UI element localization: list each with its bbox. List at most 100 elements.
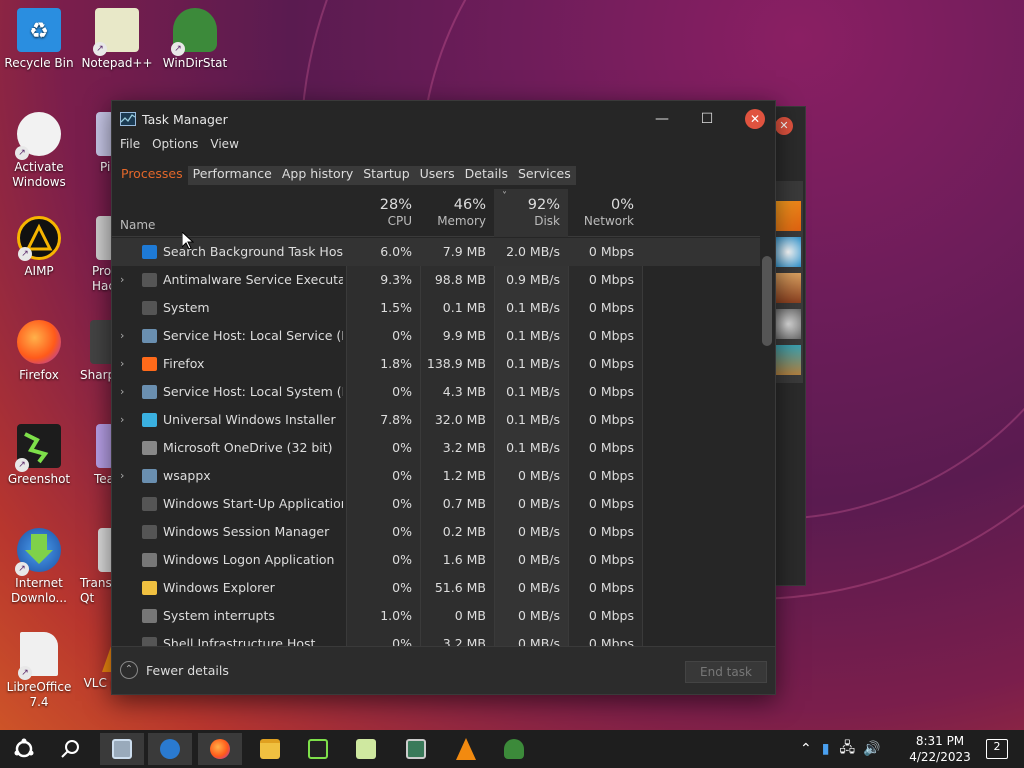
title-bar[interactable]: Task Manager — ☐ ✕ <box>112 101 775 137</box>
chevron-up-icon: ⌃ <box>120 661 138 679</box>
menu-view[interactable]: View <box>210 137 238 155</box>
process-row[interactable]: Windows Logon Application 0% 1.6 MB 0 MB/s 0… <box>112 546 760 574</box>
maximize-button[interactable]: ☐ <box>692 109 722 129</box>
tab-details[interactable]: Details <box>459 166 513 185</box>
taskbar-app-blue[interactable] <box>148 733 192 765</box>
column-header-cpu[interactable]: 28% CPU <box>346 189 420 237</box>
close-icon[interactable]: ✕ <box>775 117 793 135</box>
column-header-disk[interactable]: ˅ 92% Disk <box>494 189 568 237</box>
process-cpu: 1.0% <box>380 608 412 623</box>
process-row[interactable]: Search Background Task Host 6.0% 7.9 MB 2.0… <box>112 238 760 266</box>
column-header-network[interactable]: 0% Network <box>568 189 642 237</box>
expand-chevron-icon[interactable]: › <box>120 322 130 350</box>
image-thumbnail[interactable] <box>775 309 801 339</box>
process-network: 0 Mbps <box>588 356 634 371</box>
task-manager-icon <box>120 112 136 126</box>
app-icon <box>160 739 180 759</box>
taskbar-windirstat[interactable] <box>492 733 536 765</box>
expand-chevron-icon[interactable]: › <box>120 378 130 406</box>
process-icon <box>142 497 157 511</box>
chevron-up-icon[interactable]: ⌃ <box>800 741 812 757</box>
task-manager-window[interactable]: Task Manager — ☐ ✕ File Options View Pro… <box>111 100 776 695</box>
process-row[interactable]: System interrupts 1.0% 0 MB 0 MB/s 0 Mbps <box>112 602 760 630</box>
vertical-scrollbar[interactable] <box>760 238 774 648</box>
process-row[interactable]: › Universal Windows Installer 7.8% 32.0 MB 0… <box>112 406 760 434</box>
process-row[interactable]: › wsappx 0% 1.2 MB 0 MB/s 0 Mbps <box>112 462 760 490</box>
minimize-button[interactable]: — <box>647 109 677 129</box>
desktop-icon-activate-windows[interactable]: ↗ Activate Windows <box>0 112 78 190</box>
scrollbar-thumb[interactable] <box>762 256 772 346</box>
process-cpu: 0% <box>392 384 412 399</box>
desktop-icon-notepadpp[interactable]: ↗ Notepad++ <box>78 8 156 71</box>
desktop-icon-greenshot[interactable]: ↗ Greenshot <box>0 424 78 487</box>
process-row[interactable]: System 1.5% 0.1 MB 0.1 MB/s 0 Mbps <box>112 294 760 322</box>
taskbar-monitor-app[interactable] <box>394 733 438 765</box>
notification-center-button[interactable]: 2 <box>986 739 1008 759</box>
process-row[interactable]: › Firefox 1.8% 138.9 MB 0.1 MB/s 0 Mbps <box>112 350 760 378</box>
image-thumbnail[interactable] <box>775 201 801 231</box>
tab-app-history[interactable]: App history <box>276 166 359 185</box>
process-disk: 0.1 MB/s <box>506 328 560 343</box>
close-button[interactable]: ✕ <box>745 109 765 129</box>
search-button[interactable] <box>48 733 92 765</box>
process-name: Service Host: Local System (N... <box>163 384 343 399</box>
process-cpu: 7.8% <box>380 412 412 427</box>
network-icon[interactable]: 🖧 <box>839 737 855 761</box>
process-row[interactable]: Windows Start-Up Application 0% 0.7 MB 0 MB… <box>112 490 760 518</box>
tab-startup[interactable]: Startup <box>358 166 415 185</box>
menu-file[interactable]: File <box>120 137 140 155</box>
network-app-icon[interactable]: ▮ <box>822 741 830 757</box>
desktop-icon-label: AIMP <box>24 264 54 278</box>
taskbar-notepadpp[interactable] <box>344 733 388 765</box>
process-memory: 98.8 MB <box>434 272 486 287</box>
tab-services[interactable]: Services <box>513 166 576 185</box>
desktop-icon-recycle-bin[interactable]: ♻ Recycle Bin <box>0 8 78 71</box>
taskbar-greenshot[interactable] <box>296 733 340 765</box>
desktop-icon-firefox[interactable]: Firefox <box>0 320 78 383</box>
image-thumbnail[interactable] <box>775 237 801 267</box>
shortcut-arrow-icon: ↗ <box>18 247 32 261</box>
process-cpu: 1.5% <box>380 300 412 315</box>
volume-icon[interactable]: 🔊 <box>863 741 880 757</box>
process-disk: 0.1 MB/s <box>506 412 560 427</box>
process-list: Search Background Task Host 6.0% 7.9 MB 2.0… <box>112 238 760 648</box>
tab-users[interactable]: Users <box>414 166 460 185</box>
end-task-button[interactable]: End task <box>685 661 767 683</box>
expand-chevron-icon[interactable]: › <box>120 350 130 378</box>
process-cpu: 1.8% <box>380 356 412 371</box>
mouse-cursor <box>182 232 194 250</box>
process-row[interactable]: Microsoft OneDrive (32 bit) 0% 3.2 MB 0.1 M… <box>112 434 760 462</box>
start-button[interactable] <box>2 733 46 765</box>
column-header-memory[interactable]: 46% Memory <box>420 189 494 237</box>
image-thumbnail[interactable] <box>775 345 801 375</box>
process-disk: 0.1 MB/s <box>506 356 560 371</box>
window-title: Task Manager <box>142 111 228 127</box>
desktop-icon-internet-download-manager[interactable]: ↗ Internet Downlo... <box>0 528 78 606</box>
desktop-icon-libreoffice[interactable]: ↗ LibreOffice 7.4 <box>0 632 78 710</box>
window-icon <box>142 553 157 567</box>
firefox-icon <box>142 357 157 371</box>
process-row[interactable]: Windows Session Manager 0% 0.2 MB 0 MB/s 0 M… <box>112 518 760 546</box>
process-cpu: 0% <box>392 328 412 343</box>
clock[interactable]: 8:31 PM 4/22/2023 <box>909 733 971 765</box>
taskbar-firefox[interactable] <box>198 733 242 765</box>
expand-chevron-icon[interactable]: › <box>120 406 130 434</box>
taskbar-task-manager[interactable] <box>100 733 144 765</box>
desktop-icon-aimp[interactable]: ↗ AIMP <box>0 216 78 279</box>
image-thumbnail[interactable] <box>775 273 801 303</box>
desktop-icon-windirstat[interactable]: ↗ WinDirStat <box>156 8 234 71</box>
fewer-details-button[interactable]: ⌃ Fewer details <box>120 661 229 679</box>
expand-chevron-icon[interactable]: › <box>120 266 130 294</box>
process-row[interactable]: › Service Host: Local System (N... 0% 4.3 M… <box>112 378 760 406</box>
taskbar-vlc[interactable] <box>444 733 488 765</box>
process-row[interactable]: › Service Host: Local Service (N... 0% 9.9 … <box>112 322 760 350</box>
menu-options[interactable]: Options <box>152 137 198 155</box>
cloud-icon <box>142 441 157 455</box>
taskbar-file-explorer[interactable] <box>248 733 292 765</box>
process-row[interactable]: › Antimalware Service Executa... 9.3% 98.8 … <box>112 266 760 294</box>
tab-performance[interactable]: Performance <box>187 166 277 185</box>
expand-chevron-icon[interactable]: › <box>120 462 130 490</box>
tab-processes[interactable]: Processes <box>120 166 188 185</box>
process-row[interactable]: Windows Explorer 0% 51.6 MB 0 MB/s 0 Mbps <box>112 574 760 602</box>
column-header-name[interactable]: Name <box>112 189 346 237</box>
